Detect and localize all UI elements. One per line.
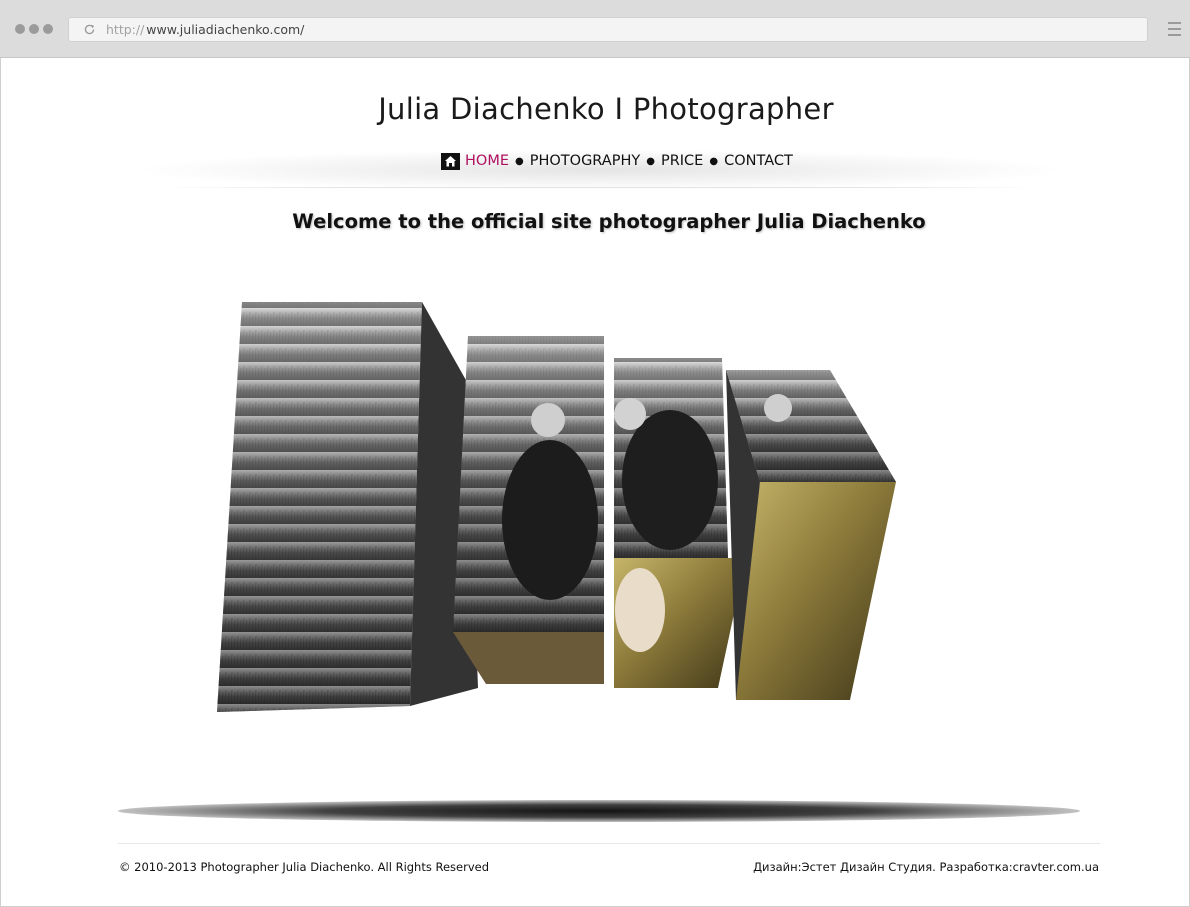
window-controls[interactable] xyxy=(15,24,53,34)
nav-item-photography[interactable]: PHOTOGRAPHY xyxy=(530,153,640,169)
slide-panel-3 xyxy=(614,358,746,688)
window-minimize-dot[interactable] xyxy=(29,24,39,34)
window-close-dot[interactable] xyxy=(15,24,25,34)
nav-separator: ● xyxy=(646,155,655,167)
footer-credits[interactable]: Дизайн:Эстет Дизайн Студия. Разработка:c… xyxy=(753,860,1099,874)
main-nav: HOME ● PHOTOGRAPHY ● PRICE ● CONTACT xyxy=(441,150,793,172)
home-icon[interactable] xyxy=(441,152,460,170)
nav-separator: ● xyxy=(515,155,524,167)
photo-slideshow[interactable] xyxy=(200,290,920,730)
nav-divider xyxy=(160,187,1040,188)
slide-panel-2 xyxy=(453,336,604,684)
footer-divider xyxy=(118,843,1100,844)
footer-copyright: © 2010-2013 Photographer Julia Diachenko… xyxy=(119,860,490,874)
site-title: Julia Diachenko I Photographer xyxy=(378,92,834,126)
browser-toolbar: http:// www.juliadiachenko.com/ xyxy=(0,0,1190,58)
nav-separator: ● xyxy=(709,155,719,167)
url-host: www.juliadiachenko.com/ xyxy=(146,22,305,37)
reload-icon[interactable] xyxy=(83,23,96,36)
browser-menu-icon[interactable] xyxy=(1168,22,1181,37)
url-scheme: http:// xyxy=(106,22,145,37)
window-frame-left xyxy=(0,58,1,907)
slide-panel-1 xyxy=(217,302,478,712)
nav-item-home[interactable]: HOME xyxy=(465,153,509,169)
window-maximize-dot[interactable] xyxy=(43,24,53,34)
slide-panel-4 xyxy=(726,370,896,700)
nav-item-price[interactable]: PRICE xyxy=(661,153,703,169)
address-bar[interactable]: http:// www.juliadiachenko.com/ xyxy=(68,17,1148,42)
nav-item-contact[interactable]: CONTACT xyxy=(724,153,793,169)
welcome-heading: Welcome to the official site photographe… xyxy=(292,210,926,233)
footer-shadow-bar xyxy=(118,800,1080,822)
